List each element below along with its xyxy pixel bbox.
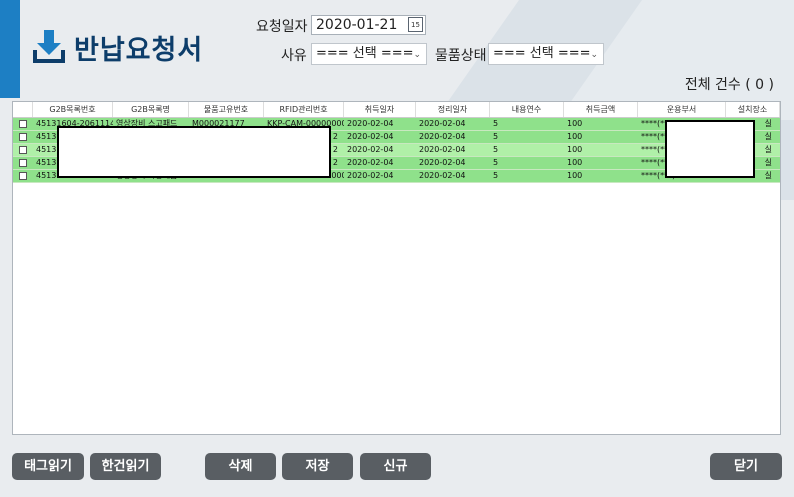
total-count: 전체 건수 ( 0 ) [684,77,774,93]
cell: 5 [493,132,499,141]
row-checkbox[interactable] [19,159,27,167]
row-checkbox[interactable] [19,172,27,180]
header-checkbox-column [13,102,33,117]
column-header[interactable]: 정리일자 [416,102,490,117]
cell: 5 [493,171,499,180]
cell: 2020-02-04 [419,145,466,154]
cell: 2020-02-04 [347,158,394,167]
reason-label: 사유 [281,48,307,64]
calendar-icon[interactable]: 15 [408,17,423,32]
row-checkbox[interactable] [19,133,27,141]
column-header[interactable]: 내용연수 [490,102,564,117]
cell: 2020-02-04 [419,132,466,141]
request-date-label: 요청일자 [256,19,308,35]
cell: 5 [493,119,499,128]
cell: 100 [567,119,583,128]
redaction-box [57,126,331,178]
reason-select-value: === 선택 === [316,46,414,61]
new-button[interactable]: 신규 [360,453,431,480]
redaction-box [665,120,755,178]
cell: 5 [493,158,499,167]
cell: 2020-02-04 [347,132,394,141]
cell: 2020-02-04 [347,171,394,180]
save-button[interactable]: 저장 [282,453,353,480]
download-tray-icon [33,30,65,63]
column-header[interactable]: 설치장소 [726,102,780,117]
delete-button[interactable]: 삭제 [205,453,276,480]
cell: 100 [567,132,583,141]
row-checkbox[interactable] [19,120,27,128]
column-header[interactable]: 취득금액 [564,102,638,117]
request-date-value: 2020-01-21 [316,17,398,33]
close-button[interactable]: 닫기 [710,453,782,480]
single-read-button[interactable]: 한건읽기 [90,453,161,480]
column-header[interactable]: 취득일자 [344,102,416,117]
request-date-input[interactable]: 2020-01-21 15 [311,15,426,35]
cell: 100 [567,171,583,180]
cell: 2020-02-04 [419,158,466,167]
reason-select[interactable]: === 선택 === ⌄ [311,43,427,65]
tag-read-button[interactable]: 태그읽기 [12,453,84,480]
return-request-grid[interactable]: G2B목록번호 G2B목록명 물품고유번호 RFID관리번호 취득일자 정리일자… [12,101,781,435]
item-status-select-value: === 선택 === [493,46,591,61]
header-accent-bar [0,0,20,98]
chevron-down-icon: ⌄ [590,50,598,60]
item-status-select[interactable]: === 선택 === ⌄ [488,43,604,65]
column-header[interactable]: RFID관리번호 [264,102,344,117]
row-checkbox[interactable] [19,146,27,154]
cell: 2020-02-04 [419,171,466,180]
cell: 5 [493,145,499,154]
item-status-label: 물품상태 [435,48,487,64]
chevron-down-icon: ⌄ [413,50,421,60]
column-header[interactable]: G2B목록번호 [33,102,113,117]
grid-header: G2B목록번호 G2B목록명 물품고유번호 RFID관리번호 취득일자 정리일자… [13,102,780,118]
cell: 2020-02-04 [347,119,394,128]
page-title: 반납요청서 [74,35,204,66]
column-header[interactable]: 물품고유번호 [189,102,264,117]
cell: 100 [567,145,583,154]
column-header[interactable]: 운용부서 [638,102,726,117]
cell: 100 [567,158,583,167]
cell: 2020-02-04 [419,119,466,128]
cell: 2020-02-04 [347,145,394,154]
column-header[interactable]: G2B목록명 [113,102,189,117]
